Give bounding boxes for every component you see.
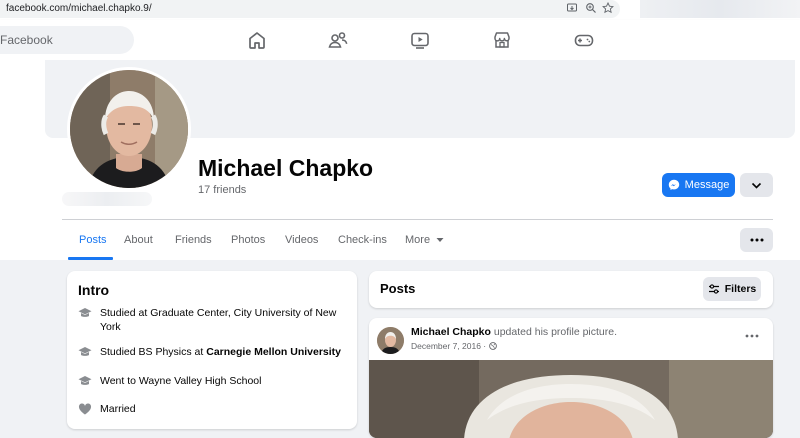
post-action: updated his profile picture.	[490, 326, 618, 338]
friends-count[interactable]: 17 friends	[198, 184, 246, 196]
intro-item-text: Married	[100, 403, 136, 415]
message-label: Message	[684, 179, 730, 191]
intro-item-text: Studied at Graduate Center, City Univers…	[100, 307, 337, 333]
tab-check-ins[interactable]: Check-ins	[338, 234, 387, 246]
search-box[interactable]: Facebook	[0, 26, 134, 54]
tab-more-label: More	[405, 234, 431, 246]
tab-photos[interactable]: Photos	[231, 234, 265, 246]
post-author-name[interactable]: Michael Chapko	[411, 326, 491, 338]
post-meta-separator: ·	[480, 341, 489, 351]
post-date[interactable]: December 7, 2016	[411, 341, 481, 351]
chevron-down-icon	[751, 182, 762, 189]
intro-item-prefix: Studied BS Physics at	[100, 346, 207, 358]
post-meta: December 7, 2016 ·	[411, 341, 497, 351]
home-icon[interactable]	[246, 29, 268, 51]
friends-icon[interactable]	[327, 29, 349, 51]
tab-videos[interactable]: Videos	[285, 234, 318, 246]
post-options-icon[interactable]	[745, 333, 759, 339]
school-link[interactable]: Carnegie Mellon University	[206, 346, 341, 358]
tabs-more-options-button[interactable]	[740, 228, 773, 252]
ellipsis-icon	[750, 238, 763, 242]
search-label: Facebook	[0, 33, 53, 47]
profile-photo	[70, 70, 188, 188]
heart-icon	[78, 403, 92, 415]
install-app-icon[interactable]	[566, 2, 578, 14]
post-photo[interactable]	[369, 360, 773, 438]
post-photo-image	[369, 360, 773, 438]
watch-icon[interactable]	[409, 29, 431, 51]
filters-label: Filters	[724, 283, 757, 295]
post-card: Michael Chapko updated his profile pictu…	[369, 318, 773, 438]
intro-item-text: Studied BS Physics at Carnegie Mellon Un…	[100, 345, 345, 359]
posts-header-card: Posts Filters	[369, 271, 773, 308]
intro-title: Intro	[78, 282, 110, 298]
tab-friends[interactable]: Friends	[175, 234, 212, 246]
post-header-text: Michael Chapko updated his profile pictu…	[411, 326, 617, 338]
profile-avatar[interactable]	[67, 67, 191, 191]
tab-posts[interactable]: Posts	[79, 234, 107, 246]
messenger-icon	[668, 179, 679, 190]
filters-button[interactable]: Filters	[703, 277, 761, 301]
filters-sliders-icon	[708, 284, 719, 294]
graduation-cap-icon	[78, 347, 92, 356]
globe-icon	[488, 342, 497, 350]
graduation-cap-icon	[78, 376, 92, 385]
marketplace-icon[interactable]	[491, 29, 513, 51]
header-divider	[62, 219, 773, 220]
intro-card: Intro Studied at Graduate Center, City U…	[67, 271, 357, 429]
profile-name: Michael Chapko	[198, 155, 374, 181]
browser-url-bar: facebook.com/michael.chapko.9/	[0, 0, 800, 20]
intro-item-text: Went to Wayne Valley High School	[100, 375, 262, 387]
top-navigation: Facebook	[0, 20, 800, 60]
blurred-toolbar-area	[640, 0, 800, 18]
bookmark-star-icon[interactable]	[602, 2, 614, 14]
post-author-avatar[interactable]	[377, 327, 404, 354]
caret-down-icon	[436, 238, 444, 242]
active-tab-indicator	[68, 257, 113, 260]
profile-dropdown-button[interactable]	[740, 173, 773, 197]
message-button[interactable]: Message	[662, 173, 735, 197]
tab-about[interactable]: About	[124, 234, 153, 246]
post-author-photo	[377, 327, 404, 354]
tab-more[interactable]: More	[405, 234, 444, 246]
posts-title: Posts	[380, 281, 416, 296]
blurred-element	[62, 192, 152, 206]
address-bar[interactable]: facebook.com/michael.chapko.9/	[0, 0, 620, 18]
zoom-icon[interactable]	[585, 2, 597, 14]
address-url[interactable]: facebook.com/michael.chapko.9/	[6, 3, 152, 14]
gaming-icon[interactable]	[573, 29, 595, 51]
graduation-cap-icon	[78, 308, 92, 317]
